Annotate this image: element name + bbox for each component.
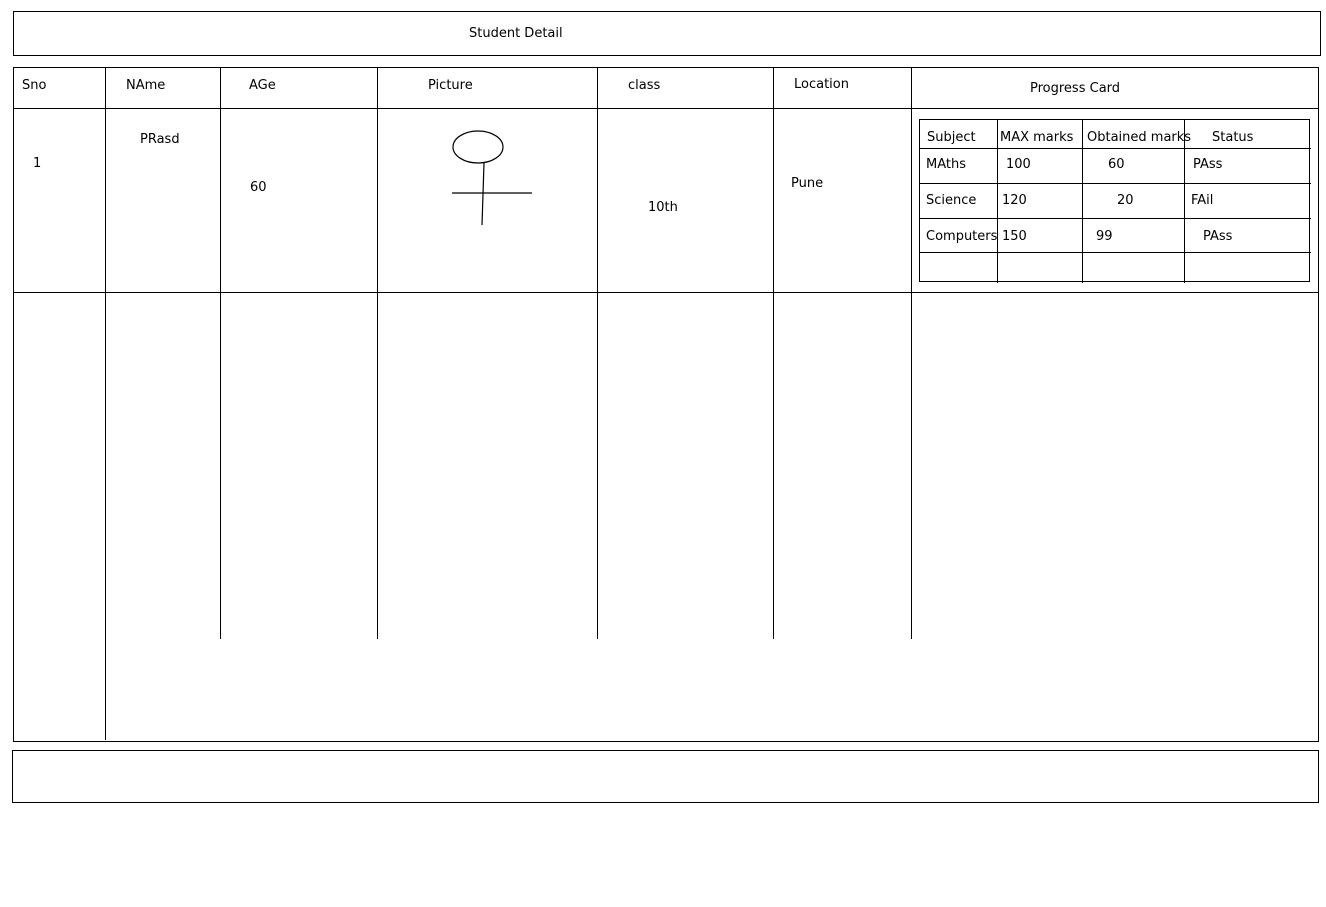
pc-header-max-marks: MAX marks <box>1000 130 1074 145</box>
pc-col-divider <box>997 120 998 283</box>
pc-max-marks: 120 <box>1002 193 1027 208</box>
header-row-divider <box>13 108 1319 109</box>
progress-card-table: Subject MAX marks Obtained marks Status … <box>919 119 1311 283</box>
column-header-sno: Sno <box>22 78 47 93</box>
page-title: Student Detail <box>469 26 563 41</box>
pc-header-status: Status <box>1212 130 1254 145</box>
pc-max-marks: 100 <box>1006 157 1031 172</box>
pc-subject: Computers <box>926 229 998 244</box>
column-divider-age <box>377 67 378 639</box>
column-header-progress-card: Progress Card <box>1030 81 1121 96</box>
pc-row-divider <box>920 183 1311 184</box>
person-body <box>481 162 485 226</box>
pc-max-marks: 150 <box>1002 229 1027 244</box>
column-divider-class <box>773 67 774 639</box>
cell-location: Pune <box>791 176 824 191</box>
pc-subject: MAths <box>926 157 966 172</box>
cell-age: 60 <box>250 180 267 195</box>
pc-status: PAss <box>1193 157 1223 172</box>
pc-row-divider <box>920 218 1311 219</box>
header-bar <box>13 11 1321 56</box>
column-header-picture: Picture <box>428 78 473 93</box>
column-header-location: Location <box>794 77 849 92</box>
pc-obtained-marks: 20 <box>1117 193 1134 208</box>
column-divider-name <box>220 67 221 639</box>
column-divider-picture <box>597 67 598 639</box>
footer-bar <box>12 750 1319 803</box>
column-header-age: AGe <box>249 78 276 93</box>
pc-status: PAss <box>1203 229 1233 244</box>
pc-header-divider <box>920 148 1311 149</box>
pc-subject: Science <box>926 193 977 208</box>
pc-col-divider <box>1082 120 1083 283</box>
cell-sno: 1 <box>33 156 42 171</box>
cell-name: PRasd <box>140 132 180 147</box>
column-divider-sno <box>105 67 106 740</box>
pc-obtained-marks: 60 <box>1108 157 1125 172</box>
column-divider-location <box>911 67 912 639</box>
pc-obtained-marks: 99 <box>1096 229 1113 244</box>
row-divider <box>13 292 1319 293</box>
cell-class: 10th <box>648 200 678 215</box>
pc-status: FAil <box>1191 193 1214 208</box>
column-header-name: NAme <box>126 78 166 93</box>
pc-header-subject: Subject <box>927 130 976 145</box>
pc-row-divider <box>920 252 1311 253</box>
pc-header-obtained-marks: Obtained marks <box>1087 130 1192 145</box>
person-icon <box>452 130 532 226</box>
column-header-class: class <box>628 78 661 93</box>
person-head <box>452 130 504 164</box>
